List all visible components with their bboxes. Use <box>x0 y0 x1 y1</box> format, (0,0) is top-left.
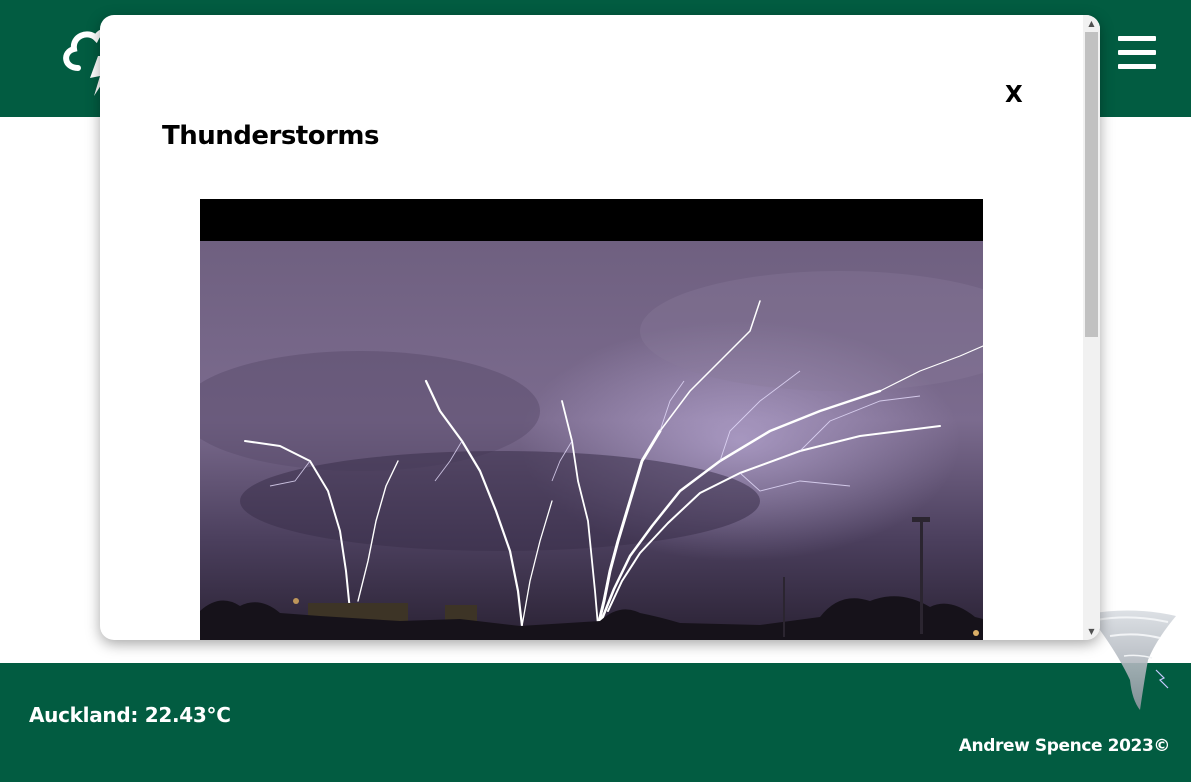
scrollbar-thumb[interactable] <box>1085 32 1098 337</box>
scroll-up-arrow-icon[interactable]: ▲ <box>1083 15 1100 32</box>
modal-title: Thunderstorms <box>162 121 380 151</box>
lightning-storm-photo <box>200 199 983 640</box>
copyright-text: Andrew Spence 2023© <box>958 736 1171 756</box>
scroll-down-arrow-icon[interactable]: ▼ <box>1083 623 1100 640</box>
modal-scrollbar[interactable]: ▲ ▼ <box>1083 15 1100 640</box>
site-footer: Auckland: 22.43°C Andrew Spence 2023© <box>0 663 1191 782</box>
hamburger-menu-icon[interactable] <box>1118 36 1156 70</box>
info-modal: X Thunderstorms ▲ ▼ <box>100 15 1100 640</box>
close-button[interactable]: X <box>1005 82 1023 108</box>
weather-readout: Auckland: 22.43°C <box>29 703 231 727</box>
